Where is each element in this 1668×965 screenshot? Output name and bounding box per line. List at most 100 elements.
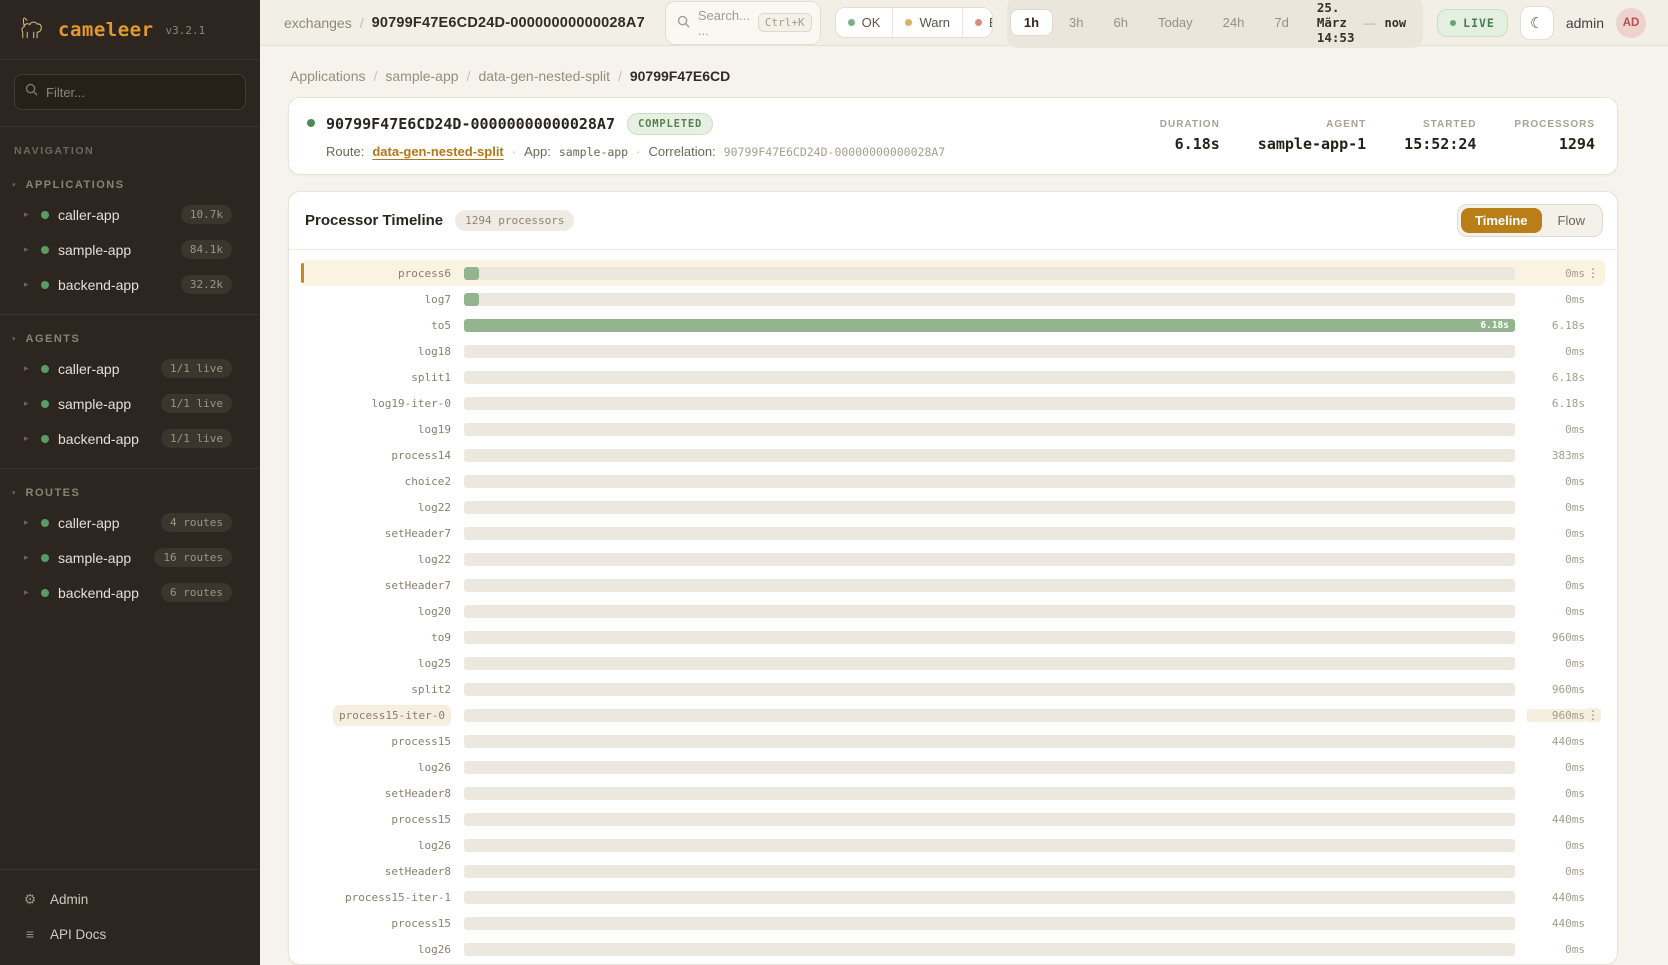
sidebar-item-label: sample-app [58, 242, 172, 258]
processor-row-to9[interactable]: to9 960ms ⋮ [301, 624, 1605, 650]
time-range-24h[interactable]: 24h [1209, 9, 1259, 36]
timeline-rows: process6 0ms ⋮ log7 0ms ⋮ to5 6.18s 6.18… [289, 250, 1617, 964]
caret-right-icon: ▸ [24, 209, 32, 220]
live-dot-icon [1450, 20, 1456, 26]
processor-track [464, 761, 1515, 774]
time-range-3h[interactable]: 3h [1055, 9, 1097, 36]
processor-name: process15 [313, 917, 451, 930]
view-toggle-flow[interactable]: Flow [1544, 208, 1599, 233]
nav-section-header[interactable]: ▾ AGENTS [0, 325, 260, 351]
sidebar-filter-input[interactable] [46, 85, 235, 100]
avatar[interactable]: AD [1616, 8, 1646, 38]
processor-name: split2 [313, 683, 451, 696]
sidebar-item-caller-app[interactable]: ▸ caller-app 1/1 live [0, 351, 260, 386]
sidebar-filter[interactable] [14, 74, 246, 110]
processor-row-split1[interactable]: split1 6.18s ⋮ [301, 364, 1605, 390]
time-range-today[interactable]: Today [1144, 9, 1207, 36]
processor-row-process6[interactable]: process6 0ms ⋮ [301, 260, 1605, 286]
processor-row-log22[interactable]: log22 0ms ⋮ [301, 494, 1605, 520]
processor-duration: 960ms [1527, 709, 1585, 722]
timeline-title: Processor Timeline [305, 212, 443, 229]
sidebar-item-caller-app[interactable]: ▸ caller-app 4 routes [0, 505, 260, 540]
processor-row-log18[interactable]: log18 0ms ⋮ [301, 338, 1605, 364]
processor-row-log26[interactable]: log26 0ms ⋮ [301, 754, 1605, 780]
processor-row-split2[interactable]: split2 960ms ⋮ [301, 676, 1605, 702]
app-name: cameleer [58, 19, 154, 41]
kebab-menu-icon[interactable]: ⋮ [1585, 708, 1601, 722]
nav-section-header[interactable]: ▾ APPLICATIONS [0, 171, 260, 197]
sidebar-item-sample-app[interactable]: ▸ sample-app 16 routes [0, 540, 260, 575]
status-filter-ok[interactable]: OK [836, 8, 894, 37]
sidebar-footer-admin[interactable]: ⚙ Admin [0, 882, 260, 917]
processor-span-bar [464, 267, 479, 280]
sidebar-item-caller-app[interactable]: ▸ caller-app 10.7k [0, 197, 260, 232]
time-range-1h[interactable]: 1h [1010, 9, 1053, 36]
sidebar-item-backend-app[interactable]: ▸ backend-app 32.2k [0, 267, 260, 302]
processor-duration: 0ms [1527, 839, 1585, 852]
status-filter-warn[interactable]: Warn [893, 8, 963, 37]
processor-row-process14[interactable]: process14 383ms ⋮ [301, 442, 1605, 468]
breadcrumb-link-data-gen-nested-split[interactable]: data-gen-nested-split [478, 68, 610, 84]
time-range-6h[interactable]: 6h [1100, 9, 1142, 36]
topbar-breadcrumb: exchanges / 90799F47E6CD24D-000000000000… [284, 15, 645, 31]
processor-row-log25[interactable]: log25 0ms ⋮ [301, 650, 1605, 676]
health-dot-icon [41, 281, 49, 289]
processor-row-log7[interactable]: log7 0ms ⋮ [301, 286, 1605, 312]
stat-value: 6.18s [1160, 135, 1220, 153]
sidebar-item-sample-app[interactable]: ▸ sample-app 1/1 live [0, 386, 260, 421]
sidebar-item-backend-app[interactable]: ▸ backend-app 6 routes [0, 575, 260, 610]
breadcrumb-link-applications[interactable]: Applications [290, 68, 366, 84]
global-search[interactable]: Search... ... Ctrl+K [665, 1, 821, 45]
processor-row-log22[interactable]: log22 0ms ⋮ [301, 546, 1605, 572]
processor-row-setHeader8[interactable]: setHeader8 0ms ⋮ [301, 858, 1605, 884]
processor-row-log26[interactable]: log26 0ms ⋮ [301, 832, 1605, 858]
processor-name: log26 [313, 943, 451, 956]
processor-row-log20[interactable]: log20 0ms ⋮ [301, 598, 1605, 624]
search-placeholder: Search... ... [698, 8, 750, 38]
processor-name: choice2 [313, 475, 451, 488]
sidebar-item-sample-app[interactable]: ▸ sample-app 84.1k [0, 232, 260, 267]
processor-row-process15-iter-0[interactable]: process15-iter-0 960ms ⋮ [301, 702, 1605, 728]
processor-duration: 0ms [1527, 553, 1585, 566]
processor-row-process15-iter-1[interactable]: process15-iter-1 440ms ⋮ [301, 884, 1605, 910]
route-link[interactable]: data-gen-nested-split [372, 144, 503, 159]
nav-section-label: AGENTS [26, 333, 81, 345]
sidebar-item-label: backend-app [58, 585, 152, 601]
sidebar-footer-api-docs[interactable]: ≡ API Docs [0, 917, 260, 951]
kebab-menu-icon[interactable]: ⋮ [1585, 266, 1601, 280]
processor-row-setHeader8[interactable]: setHeader8 0ms ⋮ [301, 780, 1605, 806]
processor-row-process15[interactable]: process15 440ms ⋮ [301, 728, 1605, 754]
nav-caption: NAVIGATION [0, 127, 260, 161]
view-toggle-timeline[interactable]: Timeline [1461, 208, 1542, 233]
processor-row-setHeader7[interactable]: setHeader7 0ms ⋮ [301, 572, 1605, 598]
main-content: Applications/sample-app/data-gen-nested-… [260, 46, 1668, 965]
menu-icon: ≡ [22, 926, 38, 942]
processor-row-log19-iter-0[interactable]: log19-iter-0 6.18s ⋮ [301, 390, 1605, 416]
time-range-7d[interactable]: 7d [1260, 9, 1302, 36]
processor-track: 6.18s [464, 319, 1515, 332]
processor-track [464, 423, 1515, 436]
processor-row-setHeader7[interactable]: setHeader7 0ms ⋮ [301, 520, 1605, 546]
nav-section-applications: ▾ APPLICATIONS ▸ caller-app 10.7k ▸ samp… [0, 161, 260, 315]
processor-row-process15[interactable]: process15 440ms ⋮ [301, 806, 1605, 832]
processor-row-log26[interactable]: log26 0ms ⋮ [301, 936, 1605, 962]
status-filter-error[interactable]: Error [963, 8, 993, 37]
stat-value: 15:52:24 [1404, 135, 1476, 153]
processor-row-log19[interactable]: log19 0ms ⋮ [301, 416, 1605, 442]
processor-row-to5[interactable]: to5 6.18s 6.18s ⋮ [301, 312, 1605, 338]
processor-track [464, 787, 1515, 800]
processor-track [464, 371, 1515, 384]
processor-track [464, 631, 1515, 644]
health-dot-icon [41, 246, 49, 254]
nav-section-header[interactable]: ▾ ROUTES [0, 479, 260, 505]
breadcrumb-link-sample-app[interactable]: sample-app [385, 68, 458, 84]
processor-row-choice2[interactable]: choice2 0ms ⋮ [301, 468, 1605, 494]
live-toggle[interactable]: LIVE [1437, 9, 1508, 37]
breadcrumb-section[interactable]: exchanges [284, 15, 352, 31]
processor-row-process15[interactable]: process15 440ms ⋮ [301, 910, 1605, 936]
user-name[interactable]: admin [1566, 15, 1604, 31]
app-version: v3.2.1 [166, 24, 206, 37]
sidebar-item-backend-app[interactable]: ▸ backend-app 1/1 live [0, 421, 260, 456]
theme-toggle-button[interactable]: ☾ [1520, 6, 1554, 40]
stat-label: DURATION [1160, 119, 1220, 130]
